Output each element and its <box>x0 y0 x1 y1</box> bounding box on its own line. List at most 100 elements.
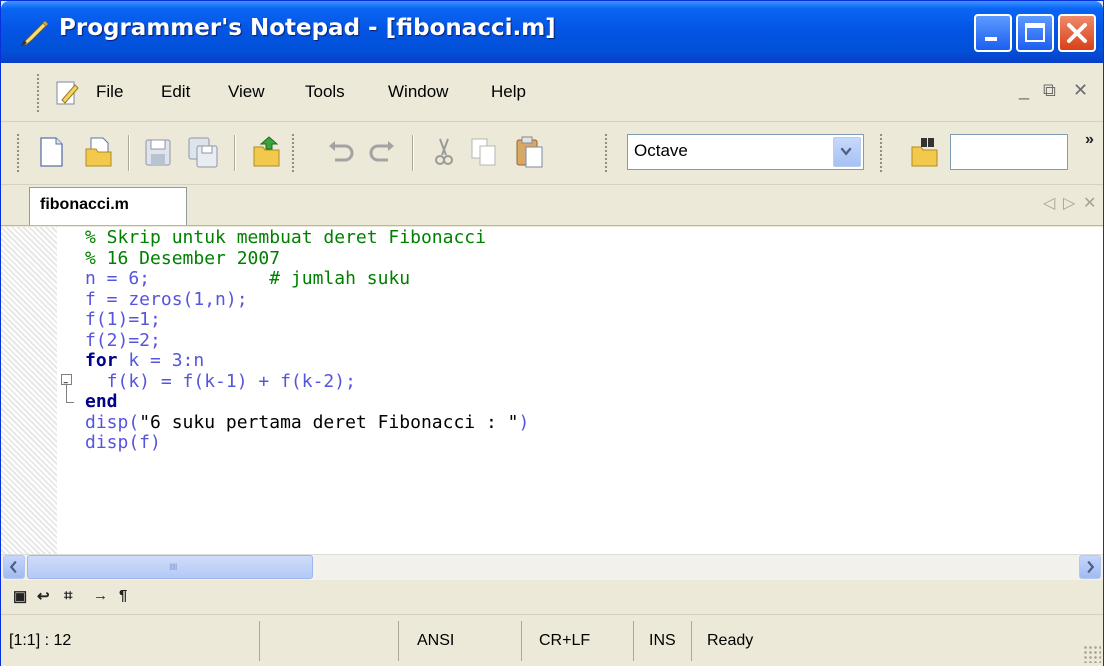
chevron-left-icon <box>9 560 17 574</box>
code-token: ) <box>518 411 530 433</box>
whitespace-icon[interactable]: ⌗ <box>64 587 72 604</box>
code-line[interactable]: n = 6; # jumlah suku <box>85 268 529 290</box>
open-project-icon[interactable] <box>251 135 283 169</box>
dropdown-arrow-button[interactable] <box>833 137 861 167</box>
toolbar-overflow-icon[interactable]: » <box>1085 131 1094 149</box>
status-divider <box>633 621 634 661</box>
toolbar-grip[interactable] <box>879 133 883 173</box>
scheme-select[interactable]: Octave <box>627 134 864 170</box>
tab-next-icon[interactable]: ▷ <box>1063 193 1075 213</box>
chevron-down-icon <box>840 147 852 156</box>
mdi-close-icon[interactable]: ✕ <box>1073 80 1088 101</box>
document-edit-icon <box>56 81 79 105</box>
menu-window[interactable]: Window <box>388 82 448 102</box>
toolbar-grip[interactable] <box>604 133 608 173</box>
menu-edit[interactable]: Edit <box>161 82 190 102</box>
code-token: n = 6; <box>85 268 151 289</box>
menu-view[interactable]: View <box>228 82 265 102</box>
code-line[interactable]: for k = 3:n <box>85 350 529 372</box>
status-divider <box>398 621 399 661</box>
code-line[interactable]: % 16 Desember 2007 <box>85 247 529 270</box>
save-all-icon[interactable] <box>187 135 219 169</box>
fold-toggle-icon[interactable] <box>61 374 72 385</box>
wordwrap-toggle-icon[interactable]: ▣ <box>13 587 27 605</box>
status-insert-mode: INS <box>649 632 676 649</box>
new-file-icon[interactable] <box>35 135 67 169</box>
code-token: % Skrip untuk membuat deret Fibonacci <box>85 227 486 248</box>
status-line-endings: CR+LF <box>539 632 591 649</box>
code-line[interactable]: f(1)=1; <box>85 309 529 331</box>
toolbar-separator <box>412 135 414 171</box>
code-line[interactable]: f(k) = f(k-1) + f(k-2); <box>85 370 529 393</box>
menu-tools[interactable]: Tools <box>305 82 345 102</box>
scroll-left-button[interactable] <box>3 555 25 579</box>
tab-close-icon[interactable]: ✕ <box>1083 193 1096 213</box>
code-token: f(1)=1; <box>85 309 161 330</box>
code-token: disp(f) <box>85 432 161 453</box>
minimize-button[interactable] <box>974 14 1012 52</box>
mdi-restore-icon[interactable]: ⧉ <box>1043 80 1056 101</box>
close-icon <box>1067 23 1087 43</box>
fold-guide-end <box>66 402 74 403</box>
paragraph-icon[interactable]: ¶ <box>119 587 127 604</box>
toolbar-separator <box>128 135 130 171</box>
code-token: # jumlah suku <box>150 268 411 289</box>
undo-icon[interactable] <box>325 135 357 169</box>
fold-guide-line <box>66 385 67 403</box>
scroll-thumb-grip: IIIII <box>169 562 177 572</box>
scroll-right-button[interactable] <box>1079 555 1101 579</box>
menu-file[interactable]: File <box>96 82 123 102</box>
toolbar-grip[interactable] <box>16 133 20 173</box>
line-number-margin <box>1 227 57 554</box>
mdi-minimize-icon[interactable]: _ <box>1019 80 1029 101</box>
window-title: Programmer's Notepad - [fibonacci.m] <box>59 15 556 41</box>
code-token: "6 suku pertama deret Fibonacci : " <box>139 411 519 433</box>
code-line[interactable]: % Skrip untuk membuat deret Fibonacci <box>85 227 529 249</box>
tab-fibonacci[interactable]: fibonacci.m <box>29 187 187 225</box>
tab-label: fibonacci.m <box>40 196 129 213</box>
view-toolbar <box>1 581 1103 615</box>
code-token: k = 3:n <box>117 350 205 371</box>
redo-icon[interactable] <box>366 135 398 169</box>
code-token: f(2)=2; <box>85 329 161 351</box>
fold-margin[interactable] <box>57 227 77 554</box>
code-token: disp( <box>85 411 140 433</box>
menubar-grip[interactable] <box>36 73 40 113</box>
code-line[interactable]: disp("6 suku pertama deret Fibonacci : "… <box>85 411 530 434</box>
close-button[interactable] <box>1058 14 1096 52</box>
save-icon[interactable] <box>142 135 174 169</box>
toolbar-separator <box>234 135 236 171</box>
status-divider <box>521 621 522 661</box>
resize-grip-icon[interactable] <box>1083 645 1101 663</box>
tab-icon[interactable]: → <box>93 587 108 604</box>
find-icon[interactable] <box>909 135 941 169</box>
code-line[interactable]: end <box>85 391 529 413</box>
tab-prev-icon[interactable]: ◁ <box>1043 193 1055 213</box>
line-endings-icon[interactable]: ↩ <box>37 587 50 605</box>
copy-icon[interactable] <box>468 135 500 169</box>
code-token: f = zeros(1,n); <box>85 288 248 310</box>
cut-icon[interactable] <box>428 135 460 169</box>
code-line[interactable]: f(2)=2; <box>85 329 529 352</box>
code-token: end <box>85 391 118 412</box>
code-token: f(k) = f(k-1) + f(k-2); <box>85 370 356 392</box>
status-divider <box>691 621 692 661</box>
minimize-icon <box>985 37 997 41</box>
code-line[interactable]: f = zeros(1,n); <box>85 288 529 311</box>
app-window: Programmer's Notepad - [fibonacci.m] Fil… <box>0 0 1104 666</box>
code-token: % 16 Desember 2007 <box>85 247 281 269</box>
code-token: for <box>85 350 118 371</box>
find-input[interactable] <box>950 134 1068 170</box>
paste-icon[interactable] <box>513 135 545 169</box>
open-file-icon[interactable] <box>83 135 115 169</box>
code-text[interactable]: % Skrip untuk membuat deret Fibonacci% 1… <box>85 227 530 454</box>
maximize-button[interactable] <box>1016 14 1054 52</box>
chevron-right-icon <box>1087 560 1095 574</box>
status-position: [1:1] : 12 <box>9 632 72 649</box>
toolbar-grip[interactable] <box>291 133 295 173</box>
menu-help[interactable]: Help <box>491 82 526 102</box>
scheme-select-value: Octave <box>634 141 688 160</box>
status-encoding: ANSI <box>417 632 455 649</box>
maximize-icon <box>1025 23 1045 42</box>
code-line[interactable]: disp(f) <box>85 432 529 454</box>
